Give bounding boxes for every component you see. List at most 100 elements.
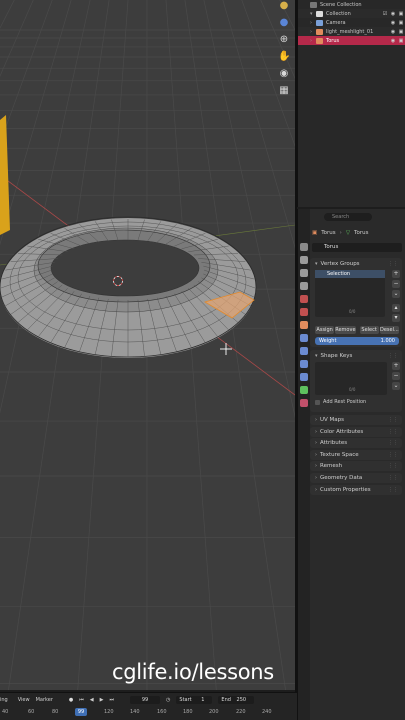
vertex-group-list[interactable]: Selection 0/0 <box>315 270 385 317</box>
material-tab-icon[interactable] <box>300 399 308 407</box>
tick-label: 80 <box>52 709 59 715</box>
panel-title: Remesh <box>320 463 343 469</box>
grid-toggle-icon[interactable]: ▦ <box>278 85 290 97</box>
drag-handle-icon[interactable]: ⋮⋮ <box>388 417 398 423</box>
drag-handle-icon[interactable]: ⋮⋮ <box>388 452 398 458</box>
clock-icon[interactable]: ◷ <box>166 697 170 703</box>
custom-properties-panel[interactable]: › Custom Properties ⋮⋮ <box>310 485 402 495</box>
texture-space-panel[interactable]: › Texture Space ⋮⋮ <box>310 450 402 460</box>
timeline-header: ing View Marker ● ⏮ ◀ ▶ ⏭ 99 ◷ Start 1 E… <box>0 695 297 705</box>
properties-search-input[interactable]: Search <box>324 213 372 221</box>
play-icon[interactable]: ▶ <box>100 697 104 703</box>
view-layer-tab-icon[interactable] <box>300 282 308 290</box>
record-icon[interactable]: ● <box>69 697 73 703</box>
remove-icon[interactable]: − <box>392 372 400 380</box>
shape-key-list[interactable]: 0/0 <box>315 362 387 395</box>
object-tab-icon[interactable] <box>300 321 308 329</box>
view-menu[interactable]: View <box>18 697 30 703</box>
move-down-icon[interactable]: ▾ <box>392 314 400 322</box>
outliner-item-scene-collection[interactable]: Scene Collection <box>298 0 405 9</box>
eye-icon[interactable]: ◉ <box>389 29 397 35</box>
checkbox-icon[interactable] <box>315 399 320 405</box>
drag-handle-icon[interactable]: ⋮⋮ <box>388 429 398 435</box>
mesh-data-tab-icon[interactable] <box>300 386 308 394</box>
outliner-label: light_meshlight_01 <box>326 28 374 35</box>
add-rest-position-checkbox[interactable]: Add Rest Position <box>315 399 366 405</box>
outliner-item-light-mesh[interactable]: › light_meshlight_01 ◉ ▣ <box>298 27 405 36</box>
remove-button[interactable]: Remove <box>335 326 356 334</box>
move-up-icon[interactable]: ▴ <box>392 304 400 312</box>
physics-tab-icon[interactable] <box>300 360 308 368</box>
jump-start-icon[interactable]: ⏮ <box>79 697 84 703</box>
play-reverse-icon[interactable]: ◀ <box>90 697 94 703</box>
chevron-down-icon[interactable]: ⌄ <box>392 382 400 390</box>
drag-handle-icon[interactable]: ⋮⋮ <box>388 353 398 359</box>
camera-render-icon[interactable]: ▣ <box>397 38 405 44</box>
drag-handle-icon[interactable]: ⋮⋮ <box>388 463 398 469</box>
chevron-right-icon: › <box>315 417 317 423</box>
assign-button[interactable]: Assign <box>315 326 335 334</box>
tool-tab-icon[interactable] <box>300 243 308 251</box>
particles-tab-icon[interactable] <box>300 347 308 355</box>
uv-maps-panel[interactable]: › UV Maps ⋮⋮ <box>310 415 402 425</box>
pan-hand-icon[interactable]: ✋ <box>278 51 290 63</box>
gizmo-icon[interactable]: ● <box>278 0 290 12</box>
chevron-right-icon: › <box>315 487 317 493</box>
outliner-item-torus[interactable]: › Torus ◉ ▣ <box>298 36 405 45</box>
chevron-down-icon[interactable]: ⌄ <box>392 290 400 298</box>
drag-handle-icon[interactable]: ⋮⋮ <box>388 261 398 267</box>
playback-menu[interactable]: ing <box>0 697 8 703</box>
output-tab-icon[interactable] <box>300 269 308 277</box>
world-tab-icon[interactable] <box>300 308 308 316</box>
camera-view-icon[interactable]: ◉ <box>278 68 290 80</box>
mesh-name-field[interactable]: Torus <box>312 243 402 252</box>
torus-mesh[interactable] <box>0 216 257 358</box>
jump-end-icon[interactable]: ⏭ <box>110 697 115 703</box>
shape-keys-header[interactable]: ▾ Shape Keys ⋮⋮ <box>310 350 402 361</box>
axis-z-icon[interactable]: ● <box>278 17 290 29</box>
remesh-panel[interactable]: › Remesh ⋮⋮ <box>310 461 402 471</box>
deselect-button[interactable]: Desel... <box>379 326 399 334</box>
tick-label: 240 <box>262 709 272 715</box>
vertex-group-item[interactable]: Selection <box>315 270 385 278</box>
zoom-icon[interactable]: ⊕ <box>278 34 290 46</box>
watermark: cglife.io/lessons <box>112 660 274 684</box>
playhead-frame[interactable]: 99 <box>75 708 87 716</box>
render-tab-icon[interactable] <box>300 256 308 264</box>
add-icon[interactable]: + <box>392 362 400 370</box>
properties-tabs <box>298 209 310 720</box>
timeline-ruler[interactable]: 40 60 80 99 120 140 160 180 200 220 240 <box>0 707 297 719</box>
vertex-groups-header[interactable]: ▾ Vertex Groups ⋮⋮ <box>310 258 402 269</box>
camera-render-icon[interactable]: ▣ <box>397 11 405 17</box>
current-frame-field[interactable]: 99 <box>130 696 161 704</box>
weight-slider[interactable]: Weight 1.000 <box>315 337 399 345</box>
checkbox-icon[interactable]: ☑ <box>381 11 389 17</box>
end-frame-field[interactable]: End 250 <box>218 696 255 704</box>
start-frame-field[interactable]: Start 1 <box>176 696 213 704</box>
drag-handle-icon[interactable]: ⋮⋮ <box>388 440 398 446</box>
outliner-item-camera[interactable]: › Camera ◉ ▣ <box>298 18 405 27</box>
geometry-data-panel[interactable]: › Geometry Data ⋮⋮ <box>310 473 402 483</box>
marker-menu[interactable]: Marker <box>36 697 53 703</box>
add-icon[interactable]: + <box>392 270 400 278</box>
scene-tab-icon[interactable] <box>300 295 308 303</box>
3d-viewport[interactable]: ● ● ⊕ ✋ ◉ ▦ cglife.io/lessons <box>0 0 295 690</box>
tick-label: 40 <box>2 709 9 715</box>
constraints-tab-icon[interactable] <box>300 373 308 381</box>
remove-icon[interactable]: − <box>392 280 400 288</box>
selected-light-object[interactable] <box>0 115 10 235</box>
eye-icon[interactable]: ◉ <box>389 38 397 44</box>
eye-icon[interactable]: ◉ <box>389 11 397 17</box>
drag-handle-icon[interactable]: ⋮⋮ <box>388 487 398 493</box>
eye-icon[interactable]: ◉ <box>389 20 397 26</box>
attributes-panel[interactable]: › Attributes ⋮⋮ <box>310 438 402 448</box>
end-value: 250 <box>236 697 247 703</box>
camera-render-icon[interactable]: ▣ <box>397 29 405 35</box>
modifier-wrench-icon[interactable] <box>300 334 308 342</box>
camera-render-icon[interactable]: ▣ <box>397 20 405 26</box>
tick-label: 220 <box>236 709 246 715</box>
drag-handle-icon[interactable]: ⋮⋮ <box>388 475 398 481</box>
outliner-item-collection[interactable]: ▾ Collection ☑ ◉ ▣ <box>298 9 405 18</box>
color-attributes-panel[interactable]: › Color Attributes ⋮⋮ <box>310 427 402 437</box>
select-button[interactable]: Select <box>359 326 379 334</box>
